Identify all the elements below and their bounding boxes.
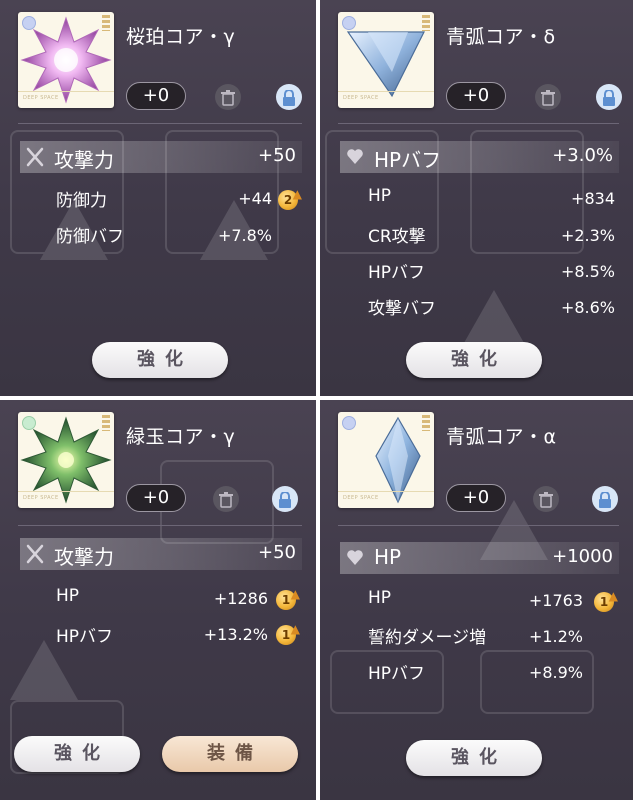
sub-stat-name: 防御力 bbox=[56, 191, 107, 211]
sub-stat-value: +1763 bbox=[528, 591, 583, 610]
level-badge: +0 bbox=[126, 484, 186, 512]
core-card-1: DEEP SPACE 桜珀コア・γ +0 攻撃力 +50 防御力 +44 2 ▲ … bbox=[0, 0, 316, 396]
upgrade-count-badge: 1 ▲ bbox=[276, 587, 300, 610]
enhance-button[interactable]: 強化 bbox=[406, 740, 542, 776]
heart-icon bbox=[347, 149, 363, 164]
level-badge: +0 bbox=[446, 82, 506, 110]
lock-icon[interactable] bbox=[276, 84, 302, 110]
rarity-badge bbox=[342, 416, 356, 430]
thumb-corner-mark bbox=[422, 15, 430, 31]
upgrade-count-badge: 1 ▲ bbox=[594, 589, 618, 612]
sub-stat-value: +8.9% bbox=[528, 663, 583, 682]
divider bbox=[18, 123, 302, 124]
sub-stat-name: 誓約ダメージ増 bbox=[368, 628, 487, 648]
sub-stat-value: +7.8% bbox=[217, 226, 272, 245]
sub-stat-name: HP bbox=[368, 186, 392, 206]
thumb-footer: DEEP SPACE bbox=[18, 91, 114, 108]
divider bbox=[338, 123, 619, 124]
upgrade-count-badge: 1 ▲ bbox=[276, 622, 300, 645]
trash-icon[interactable] bbox=[213, 486, 239, 512]
sub-stat-value: +8.6% bbox=[560, 298, 615, 317]
lock-icon[interactable] bbox=[592, 486, 618, 512]
core-thumbnail[interactable]: DEEP SPACE bbox=[338, 412, 434, 508]
thumb-footer: DEEP SPACE bbox=[18, 491, 114, 508]
thumb-corner-mark bbox=[422, 415, 430, 431]
level-badge: +0 bbox=[446, 484, 506, 512]
sword-icon bbox=[26, 544, 44, 564]
sub-stat-value: +44 bbox=[238, 189, 272, 208]
main-stat-value: +50 bbox=[258, 542, 296, 563]
sub-stat-name: HPバフ bbox=[368, 664, 426, 684]
rarity-badge bbox=[342, 16, 356, 30]
main-stat-value: +50 bbox=[258, 145, 296, 166]
sub-stat-name: HP bbox=[56, 586, 80, 606]
thumb-footer: DEEP SPACE bbox=[338, 91, 434, 108]
main-stat-name: HPバフ bbox=[374, 148, 442, 172]
divider bbox=[18, 525, 302, 526]
main-stat-row: 攻撃力 +50 bbox=[20, 538, 302, 570]
sword-icon bbox=[26, 147, 44, 167]
sub-stat-value: +1.2% bbox=[528, 627, 583, 646]
trash-icon[interactable] bbox=[533, 486, 559, 512]
level-badge: +0 bbox=[126, 82, 186, 110]
main-stat-row: 攻撃力 +50 bbox=[20, 141, 302, 173]
main-stat-name: 攻撃力 bbox=[54, 148, 114, 172]
main-stat-name: 攻撃力 bbox=[54, 545, 114, 569]
trash-icon[interactable] bbox=[215, 84, 241, 110]
sub-stat-value: +834 bbox=[571, 189, 615, 208]
sub-stat-value: +1286 bbox=[213, 589, 268, 608]
sub-stat-name: HPバフ bbox=[56, 627, 114, 647]
sub-stat-value: +8.5% bbox=[560, 262, 615, 281]
lock-icon[interactable] bbox=[272, 486, 298, 512]
core-thumbnail[interactable]: DEEP SPACE bbox=[338, 12, 434, 108]
lock-icon[interactable] bbox=[596, 84, 622, 110]
core-card-3: DEEP SPACE 緑玉コア・γ +0 攻撃力 +50 HP +1286 1 ▲… bbox=[0, 400, 316, 800]
core-title: 緑玉コア・γ bbox=[126, 426, 236, 448]
sub-stat-name: CR攻撃 bbox=[368, 227, 426, 247]
main-stat-value: +3.0% bbox=[552, 145, 613, 166]
core-card-2: DEEP SPACE 青弧コア・δ +0 HPバフ +3.0% HP +834 … bbox=[320, 0, 633, 396]
heart-icon bbox=[347, 550, 363, 565]
core-card-4: DEEP SPACE 青弧コア・α +0 HP +1000 HP +1763 1… bbox=[320, 400, 633, 800]
rarity-badge bbox=[22, 416, 36, 430]
enhance-button[interactable]: 強化 bbox=[14, 736, 140, 772]
main-stat-value: +1000 bbox=[552, 546, 613, 567]
enhance-button[interactable]: 強化 bbox=[92, 342, 228, 378]
main-stat-row: HP +1000 bbox=[340, 542, 619, 574]
core-title: 桜珀コア・γ bbox=[126, 26, 236, 48]
core-title: 青弧コア・α bbox=[446, 426, 557, 448]
thumb-corner-mark bbox=[102, 415, 110, 431]
enhance-button[interactable]: 強化 bbox=[406, 342, 542, 378]
sub-stat-value: +2.3% bbox=[560, 226, 615, 245]
equip-button[interactable]: 装備 bbox=[162, 736, 298, 772]
main-stat-row: HPバフ +3.0% bbox=[340, 141, 619, 173]
sub-stat-value: +13.2% bbox=[203, 625, 268, 644]
divider bbox=[338, 525, 619, 526]
core-thumbnail[interactable]: DEEP SPACE bbox=[18, 12, 114, 108]
upgrade-count-badge: 2 ▲ bbox=[278, 187, 302, 210]
thumb-footer: DEEP SPACE bbox=[338, 491, 434, 508]
sub-stat-name: 攻撃バフ bbox=[368, 299, 436, 319]
rarity-badge bbox=[22, 16, 36, 30]
trash-icon[interactable] bbox=[535, 84, 561, 110]
core-thumbnail[interactable]: DEEP SPACE bbox=[18, 412, 114, 508]
main-stat-name: HP bbox=[374, 545, 402, 569]
sub-stat-name: HPバフ bbox=[368, 263, 426, 283]
core-title: 青弧コア・δ bbox=[446, 26, 556, 48]
thumb-corner-mark bbox=[102, 15, 110, 31]
sub-stat-name: 防御バフ bbox=[56, 227, 124, 247]
sub-stat-name: HP bbox=[368, 588, 392, 608]
